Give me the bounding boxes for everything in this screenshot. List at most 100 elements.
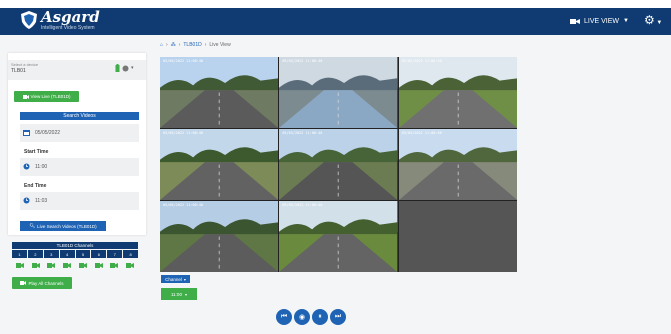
calendar-icon xyxy=(23,130,30,136)
chevron-down-icon: ▼ xyxy=(654,20,663,26)
camera-feed-6[interactable]: 05/05/2022 11:00:40 xyxy=(398,129,517,200)
breadcrumb-separator: › xyxy=(166,42,168,48)
device-select-label: Select a device xyxy=(11,62,39,67)
empty-camera-slot xyxy=(398,201,517,272)
top-navbar: Asgard Intelligent Video System LIVE VIE… xyxy=(0,0,671,35)
start-time-label: Start Time xyxy=(24,149,49,155)
video-camera-icon[interactable] xyxy=(126,262,135,268)
gear-icon: ⚙ xyxy=(644,13,655,27)
video-camera-icon[interactable] xyxy=(78,262,87,268)
clock-icon xyxy=(23,163,30,170)
breadcrumb-separator: › xyxy=(204,42,207,48)
end-time-value: 11:03 xyxy=(35,198,48,204)
video-camera-icon[interactable] xyxy=(47,262,56,268)
top-strip xyxy=(0,0,671,8)
view-live-button[interactable]: View Live (TLB01D) xyxy=(14,91,79,102)
forward-icon: ⏭ xyxy=(334,313,342,320)
chevron-down-icon: ▾ xyxy=(184,291,187,297)
channels-header: TLB01D Channels xyxy=(12,242,138,249)
device-select-value: TLB01 xyxy=(11,68,26,74)
channel-number-cell[interactable]: 3 xyxy=(43,250,59,258)
camera-frame-image xyxy=(160,57,279,128)
camera-frame-image xyxy=(279,129,398,200)
channel-number-cell[interactable]: 2 xyxy=(27,250,43,258)
forward-button[interactable]: ⏭ xyxy=(330,309,346,325)
chevron-down-icon[interactable]: ▾ xyxy=(131,65,134,71)
camera-frame-image xyxy=(398,57,517,128)
playback-controls: ⏮ ◉ ⏸ ⏭ xyxy=(276,309,346,325)
time-label: 11:00 xyxy=(171,291,182,297)
camera-frame-image xyxy=(279,201,398,272)
video-camera-icon xyxy=(22,94,29,99)
video-camera-icon[interactable] xyxy=(63,262,72,268)
start-time-value: 11:00 xyxy=(35,164,48,170)
time-selector[interactable]: 11:00 ▾ xyxy=(161,288,197,300)
rewind-icon: ⏮ xyxy=(280,313,288,320)
search-videos-label: Live Search Videos (TLB01D) xyxy=(37,223,97,229)
breadcrumb-separator: › xyxy=(178,42,181,48)
record-button[interactable]: ◉ xyxy=(294,309,310,325)
camera-frame-image xyxy=(160,129,279,200)
play-all-label: Play All Channels xyxy=(28,280,64,286)
video-camera-icon xyxy=(570,18,580,24)
camera-timestamp: 05/05/2022 11:00:40 xyxy=(401,59,442,63)
live-view-label: LIVE VIEW xyxy=(584,17,620,25)
video-grid: 05/05/2022 11:00:40 05/05/2022 11:00:40 05… xyxy=(160,57,517,272)
video-camera-icon[interactable] xyxy=(31,262,40,268)
camera-feed-1[interactable]: 05/05/2022 11:00:40 xyxy=(160,57,279,128)
end-time-label: End Time xyxy=(24,183,47,189)
search-icon: 🔍︎ xyxy=(29,223,36,228)
clock-icon xyxy=(23,197,30,204)
play-all-channels-button[interactable]: Play All Channels xyxy=(12,277,72,289)
breadcrumb-device[interactable]: TLB01D xyxy=(183,42,201,48)
channel-number-cell[interactable]: 4 xyxy=(59,250,75,258)
video-camera-icon[interactable] xyxy=(110,262,119,268)
channel-number-cell[interactable]: 7 xyxy=(107,250,123,258)
camera-feed-5[interactable]: 05/05/2022 11:00:40 xyxy=(279,129,398,200)
channel-number-cell[interactable]: 1 xyxy=(12,250,27,258)
video-camera-icon xyxy=(20,281,27,285)
channel-label: Channel xyxy=(165,276,182,282)
camera-frame-image xyxy=(160,201,279,272)
channel-number-cell[interactable]: 8 xyxy=(123,250,138,258)
chevron-down-icon: ▼ xyxy=(623,18,629,24)
camera-timestamp: 05/05/2022 11:00:40 xyxy=(282,203,323,207)
video-camera-icon[interactable] xyxy=(15,262,24,268)
camera-frame-image xyxy=(279,57,398,128)
device-select-icons: ▾ xyxy=(115,64,134,72)
camera-timestamp: 05/05/2022 11:00:40 xyxy=(282,59,323,63)
channel-camera-row xyxy=(12,261,138,269)
channel-selector[interactable]: Channel ▾ xyxy=(161,275,190,283)
camera-timestamp: 05/05/2022 11:00:40 xyxy=(163,131,204,135)
breadcrumb: ⌂ › ⁂ › TLB01D › Live View xyxy=(160,42,231,48)
search-videos-button[interactable]: 🔍︎ Live Search Videos (TLB01D) xyxy=(20,221,106,231)
home-icon[interactable]: ⌂ xyxy=(160,42,163,48)
pause-icon: ⏸ xyxy=(318,313,322,320)
channel-number-cell[interactable]: 6 xyxy=(91,250,107,258)
view-live-label: View Live (TLB01D) xyxy=(30,94,71,99)
chevron-down-icon: ▾ xyxy=(183,276,186,282)
shield-logo-icon xyxy=(21,11,37,29)
camera-timestamp: 05/05/2022 11:00:40 xyxy=(401,131,442,135)
camera-feed-2[interactable]: 05/05/2022 11:00:40 xyxy=(279,57,398,128)
rewind-button[interactable]: ⏮ xyxy=(276,309,292,325)
channel-number-row: 12345678 xyxy=(12,250,138,258)
record-icon: ◉ xyxy=(298,314,306,321)
video-camera-icon[interactable] xyxy=(94,262,103,268)
brand-name: Asgard xyxy=(41,8,100,26)
pause-button[interactable]: ⏸ xyxy=(312,309,328,325)
breadcrumb-current: Live View xyxy=(209,42,231,48)
camera-feed-8[interactable]: 05/05/2022 11:00:40 xyxy=(279,201,398,272)
channel-number-cell[interactable]: 5 xyxy=(75,250,91,258)
camera-feed-7[interactable]: 05/05/2022 11:00:40 xyxy=(160,201,279,272)
clear-icon[interactable] xyxy=(122,65,129,72)
search-videos-header: Search Videos xyxy=(20,112,139,120)
camera-feed-3[interactable]: 05/05/2022 11:00:40 xyxy=(398,57,517,128)
live-view-menu[interactable]: LIVE VIEW ▼ xyxy=(570,15,629,27)
camera-feed-4[interactable]: 05/05/2022 11:00:40 xyxy=(160,129,279,200)
settings-menu[interactable]: ⚙ ▼ xyxy=(644,14,662,29)
date-value: 05/05/2022 xyxy=(35,130,61,136)
camera-timestamp: 05/05/2022 11:00:40 xyxy=(163,203,204,207)
camera-timestamp: 05/05/2022 11:00:40 xyxy=(282,131,323,135)
camera-frame-image xyxy=(398,129,517,200)
